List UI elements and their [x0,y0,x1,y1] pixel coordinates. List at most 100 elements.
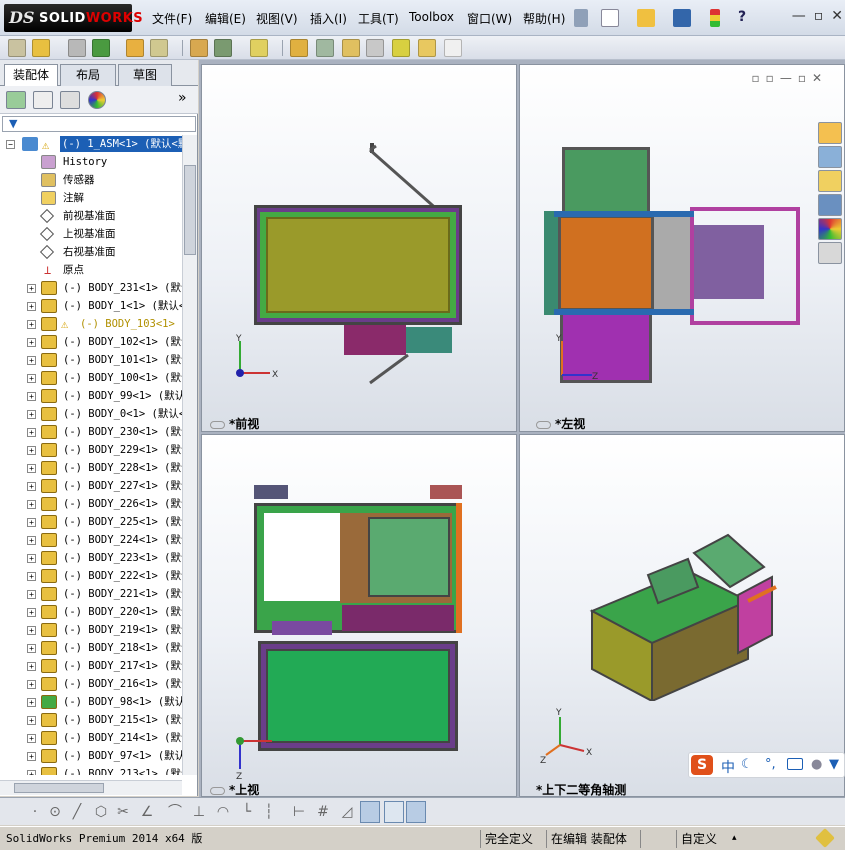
tree-component[interactable]: + (-) BODY_220<1> (默认 [0,603,182,621]
tree-component[interactable]: + (-) BODY_230<1> (默认 [0,423,182,441]
expand-icon[interactable]: + [27,716,36,725]
link-views-icon[interactable] [210,420,225,429]
viewport-front[interactable]: YX *前视 [201,64,517,432]
insert-component-icon[interactable] [8,39,26,57]
expand-icon[interactable]: + [27,284,36,293]
tree-item[interactable]: 上视基准面 [0,225,182,243]
grid-icon[interactable]: # [314,803,332,821]
skin-icon[interactable]: ▼ [829,757,839,772]
file-explorer-icon[interactable] [818,170,842,192]
mate-icon[interactable] [68,39,86,57]
menu-tools[interactable]: 工具(T) [358,10,399,27]
punctuation-icon[interactable]: °, [765,757,776,772]
move-component-icon[interactable] [150,39,168,57]
expand-icon[interactable]: + [27,428,36,437]
viewport-isometric[interactable]: Y X Z *上下二等角轴测 [519,434,845,797]
menu-insert[interactable]: 插入(I) [310,10,347,27]
expand-icon[interactable]: + [27,626,36,635]
line-icon[interactable]: ╱ [68,803,86,821]
configuration-manager-icon[interactable] [60,91,80,109]
tree-component[interactable]: + (-) BODY_222<1> (默认 [0,567,182,585]
tree-component[interactable]: + (-) BODY_214<1> (默认 [0,729,182,747]
relation-icon[interactable]: ⊥ [190,803,208,821]
tree-item[interactable]: ⊥ 原点 [0,261,182,279]
tree-component[interactable]: + (-) BODY_225<1> (默认 [0,513,182,531]
solidworks-logo[interactable]: DS SOLIDWORKS [4,4,143,32]
reference-geometry-icon[interactable] [250,39,268,57]
expand-icon[interactable]: + [27,410,36,419]
viewport-top[interactable]: Z *上视 [201,434,517,797]
expand-icon[interactable]: + [27,338,36,347]
angle-icon[interactable]: ∠ [138,803,156,821]
menu-window[interactable]: 窗口(W) [467,10,512,27]
expand-icon[interactable]: + [27,446,36,455]
bill-of-materials-icon[interactable] [316,39,334,57]
tree-component[interactable]: + (-) BODY_101<1> (默认 [0,351,182,369]
tab-assembly[interactable]: 装配体 [4,64,58,87]
tree-component[interactable]: + (-) BODY_99<1> (默认 [0,387,182,405]
expand-icon[interactable]: + [27,572,36,581]
minimize-button[interactable]: — [792,8,806,26]
tree-component[interactable]: + (-) BODY_221<1> (默认 [0,585,182,603]
new-document-icon[interactable] [601,9,619,27]
tree-item[interactable]: 注解 [0,189,182,207]
solidworks-resources-icon[interactable] [818,122,842,144]
tree-component[interactable]: + (-) BODY_0<1> (默认< [0,405,182,423]
menu-help[interactable]: 帮助(H) [523,10,565,27]
menu-edit[interactable]: 编辑(E) [205,10,246,27]
tree-item[interactable]: 右视基准面 [0,243,182,261]
scrollbar-thumb[interactable] [14,783,104,793]
four-view-button[interactable] [406,801,426,823]
expand-icon[interactable]: + [27,374,36,383]
interference-detection-icon[interactable] [392,39,410,57]
expand-icon[interactable]: + [27,500,36,509]
tab-layout[interactable]: 布局 [60,64,116,86]
status-units[interactable]: 自定义 [676,830,721,848]
circle-icon[interactable]: ⊙ [46,803,64,821]
tree-component[interactable]: + (-) BODY_218<1> (默认 [0,639,182,657]
polygon-icon[interactable]: ⬡ [92,803,110,821]
assembly-features-icon[interactable] [214,39,232,57]
view-palette-icon[interactable] [818,194,842,216]
expand-icon[interactable]: + [27,752,36,761]
tree-component[interactable]: + (-) BODY_226<1> (默认 [0,495,182,513]
restore-button[interactable]: ▫ [814,8,824,26]
triangle-icon[interactable]: ◿ [338,803,356,821]
menu-view[interactable]: 视图(V) [256,10,298,27]
tree-component[interactable]: + (-) BODY_217<1> (默认 [0,657,182,675]
keyboard-icon[interactable] [787,758,803,770]
tree-component[interactable]: + (-) BODY_227<1> (默认 [0,477,182,495]
new-motion-study-icon[interactable] [290,39,308,57]
pin-icon[interactable] [574,9,588,27]
tab-sketch[interactable]: 草图 [118,64,172,86]
expand-icon[interactable]: + [27,554,36,563]
tree-component[interactable]: + (-) BODY_219<1> (默认 [0,621,182,639]
tree-horizontal-scrollbar[interactable] [0,780,182,795]
exploded-view-icon[interactable] [342,39,360,57]
display-manager-icon[interactable] [88,91,106,109]
tree-component[interactable]: + (-) BODY_215<1> (默认 [0,711,182,729]
two-view-button[interactable] [384,801,404,823]
property-manager-icon[interactable] [33,91,53,109]
menu-toolbox[interactable]: Toolbox [409,10,454,24]
smart-dimension-icon[interactable]: ⌒ [166,803,184,821]
trim-icon[interactable]: ✂ [114,803,132,821]
clearance-verification-icon[interactable] [418,39,436,57]
expand-icon[interactable]: + [27,518,36,527]
moon-icon[interactable]: ☾ [741,757,753,772]
menu-file[interactable]: 文件(F) [152,10,192,27]
feature-manager-tree-icon[interactable] [6,91,26,109]
expand-icon[interactable]: + [27,464,36,473]
arc-icon[interactable]: ◠ [214,803,232,821]
ruler-icon[interactable]: ⊢ [290,803,308,821]
tag-icon[interactable] [815,828,835,848]
expand-panel-button[interactable]: » [178,90,187,106]
help-icon[interactable]: ? [738,9,756,27]
expand-icon[interactable]: + [27,770,36,775]
tree-component[interactable]: + ⚠ (-) BODY_103<1> ( [0,315,182,333]
tree-filter-input[interactable]: ▼ [2,116,196,132]
tree-component[interactable]: + (-) BODY_224<1> (默认 [0,531,182,549]
hole-alignment-icon[interactable] [444,39,462,57]
isometric-view-button[interactable] [360,801,380,823]
show-hidden-icon[interactable] [190,39,208,57]
